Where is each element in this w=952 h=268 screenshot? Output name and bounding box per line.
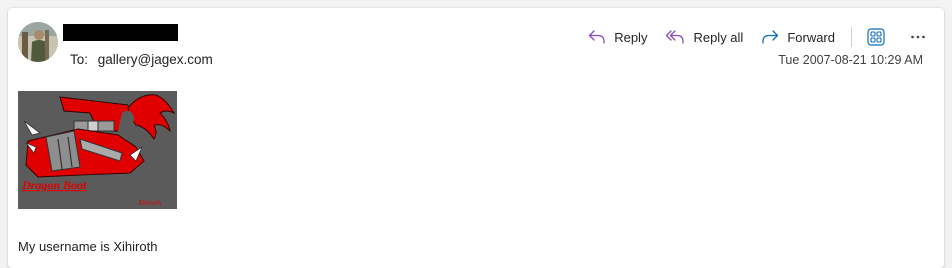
apps-button[interactable] — [862, 23, 890, 51]
more-actions-button[interactable] — [904, 23, 932, 51]
recipient-line: To: gallery@jagex.com — [70, 52, 213, 67]
recipient-address[interactable]: gallery@jagex.com — [98, 52, 213, 67]
sender-name-redacted — [63, 24, 178, 41]
message-date: Tue 2007-08-21 10:29 AM — [778, 53, 923, 67]
image-caption: Dragon Boot — [21, 178, 87, 192]
to-label: To: — [70, 52, 89, 67]
image-signature: Xihiroth — [137, 199, 162, 207]
actions-divider — [851, 27, 852, 47]
message-actions: Reply Reply all Forward — [582, 22, 932, 52]
reply-button[interactable]: Reply — [582, 23, 653, 51]
forward-icon — [762, 30, 779, 44]
reply-label: Reply — [614, 29, 648, 45]
message-body: My username is Xihiroth — [18, 239, 158, 254]
inline-image-dragon-boot[interactable]: Dragon Boot Xihiroth — [18, 91, 177, 209]
sender-avatar[interactable] — [18, 22, 58, 62]
reply-all-icon — [666, 30, 685, 44]
reply-icon — [589, 30, 605, 44]
message-card: To: gallery@jagex.com Reply Reply all Fo… — [8, 8, 944, 268]
reply-all-label: Reply all — [693, 29, 744, 45]
forward-button[interactable]: Forward — [755, 23, 841, 51]
forward-label: Forward — [787, 29, 835, 45]
apps-icon — [867, 28, 885, 46]
more-icon — [911, 35, 925, 39]
reply-all-button[interactable]: Reply all — [659, 23, 749, 51]
